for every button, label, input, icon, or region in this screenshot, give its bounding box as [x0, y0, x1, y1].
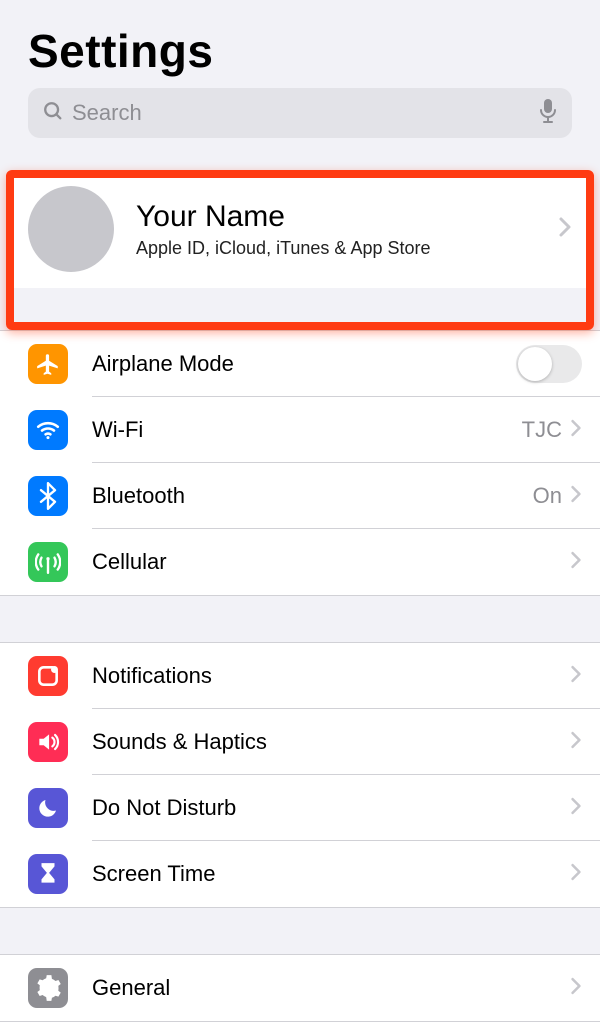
notifications-icon	[28, 656, 68, 696]
search-field[interactable]	[28, 88, 572, 138]
airplane-toggle[interactable]	[516, 345, 582, 383]
row-do-not-disturb[interactable]: Do Not Disturb	[0, 775, 600, 841]
gear-icon	[28, 968, 68, 1008]
chevron-right-icon	[570, 976, 582, 1001]
chevron-right-icon	[570, 484, 582, 509]
settings-group-alerts: Notifications Sounds & Haptics	[0, 642, 600, 908]
page-title: Settings	[28, 24, 572, 78]
chevron-right-icon	[570, 796, 582, 821]
search-input[interactable]	[72, 100, 538, 126]
wifi-icon	[28, 410, 68, 450]
account-name: Your Name	[136, 200, 558, 234]
moon-icon	[28, 788, 68, 828]
row-general[interactable]: General	[0, 955, 600, 1021]
row-value: On	[533, 483, 562, 509]
hourglass-icon	[28, 854, 68, 894]
settings-group-connectivity: Airplane Mode Wi-Fi TJC	[0, 330, 600, 596]
row-sounds-haptics[interactable]: Sounds & Haptics	[0, 709, 600, 775]
row-label: Screen Time	[92, 861, 570, 887]
avatar	[28, 186, 114, 272]
row-airplane-mode[interactable]: Airplane Mode	[0, 331, 600, 397]
microphone-icon[interactable]	[538, 98, 558, 129]
airplane-icon	[28, 344, 68, 384]
account-subtitle: Apple ID, iCloud, iTunes & App Store	[136, 238, 558, 259]
row-label: Airplane Mode	[92, 351, 516, 377]
chevron-right-icon	[570, 550, 582, 575]
chevron-right-icon	[570, 862, 582, 887]
row-label: Notifications	[92, 663, 570, 689]
row-label: Do Not Disturb	[92, 795, 570, 821]
row-label: Bluetooth	[92, 483, 533, 509]
apple-id-row[interactable]: Your Name Apple ID, iCloud, iTunes & App…	[14, 170, 586, 288]
row-screen-time[interactable]: Screen Time	[0, 841, 600, 907]
search-icon	[42, 100, 64, 127]
cellular-icon	[28, 542, 68, 582]
row-label: Wi-Fi	[92, 417, 522, 443]
row-notifications[interactable]: Notifications	[0, 643, 600, 709]
row-label: General	[92, 975, 570, 1001]
sounds-icon	[28, 722, 68, 762]
toggle-knob	[518, 347, 552, 381]
chevron-right-icon	[570, 664, 582, 689]
settings-group-general: General	[0, 954, 600, 1022]
chevron-right-icon	[558, 216, 572, 243]
chevron-right-icon	[570, 418, 582, 443]
row-bluetooth[interactable]: Bluetooth On	[0, 463, 600, 529]
row-value: TJC	[522, 417, 562, 443]
row-wifi[interactable]: Wi-Fi TJC	[0, 397, 600, 463]
row-label: Cellular	[92, 549, 570, 575]
bluetooth-icon	[28, 476, 68, 516]
chevron-right-icon	[570, 730, 582, 755]
row-cellular[interactable]: Cellular	[0, 529, 600, 595]
row-label: Sounds & Haptics	[92, 729, 570, 755]
